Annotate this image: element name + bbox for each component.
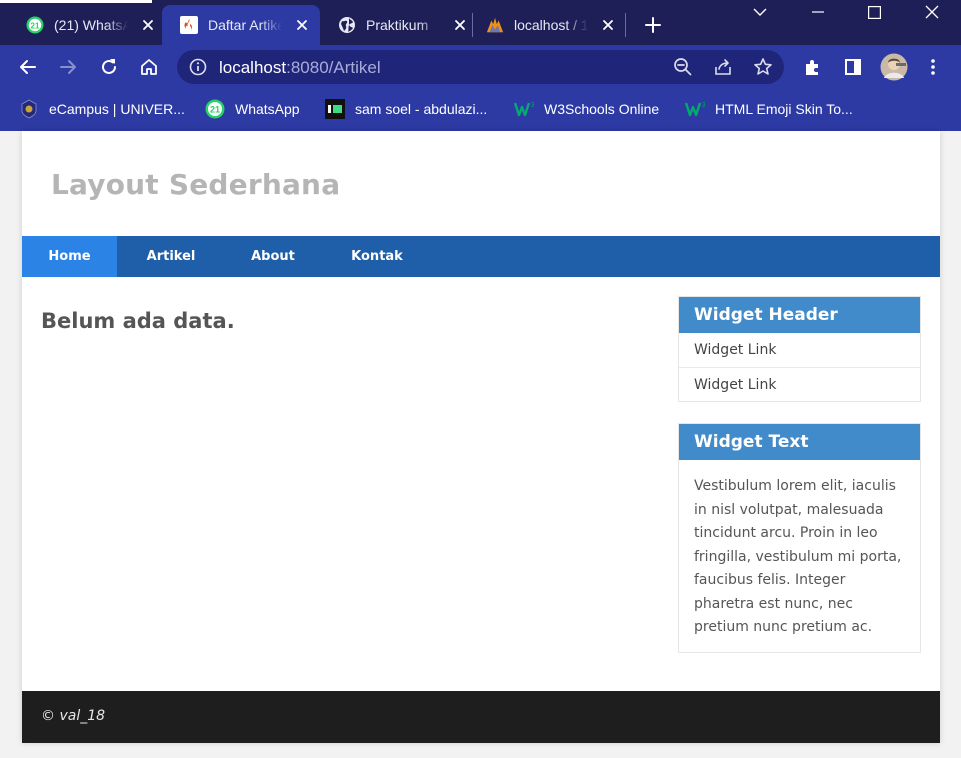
bookmarks-bar: eCampus | UNIVER... 21 WhatsApp sam soel… [0, 89, 961, 131]
tab-daftar-artikel[interactable]: Daftar Artikel [162, 5, 320, 45]
reload-button[interactable] [97, 55, 121, 79]
tab-phpmyadmin[interactable]: localhost / 127.0.0.1 [464, 5, 622, 45]
university-icon [19, 99, 39, 119]
arrow-left-icon [20, 60, 36, 74]
arrow-right-icon [60, 60, 76, 74]
svg-text:3: 3 [531, 102, 534, 109]
browser-toolbar: localhost:8080/Artikel [0, 45, 961, 89]
whatsapp-badge: 21 [210, 105, 220, 115]
maximize-icon [867, 5, 881, 19]
whatsapp-badge: 21 [31, 21, 40, 30]
links-widget: Widget Header Widget Link Widget Link [678, 296, 921, 402]
bookmark-w3schools[interactable]: 3 W3Schools Online [514, 99, 659, 119]
widget-link[interactable]: Widget Link [679, 333, 920, 367]
nav-about[interactable]: About [222, 236, 324, 277]
tab-title: Praktikum [366, 17, 440, 33]
whatsapp-icon: 21 [26, 16, 44, 34]
bookmark-label: HTML Emoji Skin To... [715, 101, 853, 117]
tab-title: (21) WhatsApp [54, 17, 128, 33]
footer-copyright: © val_18 [41, 708, 106, 724]
share-icon [715, 59, 731, 75]
menu-button[interactable] [921, 55, 945, 79]
home-button[interactable] [137, 55, 161, 79]
page-viewport: Layout Sederhana Home Artikel About Kont… [0, 131, 961, 758]
nav-home[interactable]: Home [22, 236, 117, 277]
tab-praktikum[interactable]: Praktikum [316, 5, 474, 45]
codeigniter-icon [180, 16, 198, 34]
url-host: localhost [219, 58, 287, 77]
bookmark-label: eCampus | UNIVER... [49, 101, 185, 117]
globe-icon [338, 16, 356, 34]
zoom-out-icon [674, 58, 692, 76]
bookmark-html-emoji[interactable]: 3 HTML Emoji Skin To... [685, 99, 853, 119]
close-window-button[interactable] [909, 0, 955, 24]
bookmark-whatsapp[interactable]: 21 WhatsApp [205, 99, 300, 119]
tab-separator [625, 13, 626, 37]
nav-kontak[interactable]: Kontak [326, 236, 428, 277]
site-title: Layout Sederhana [51, 168, 341, 201]
widget-header: Widget Header [679, 297, 920, 333]
star-icon [754, 58, 772, 75]
back-button[interactable] [16, 55, 40, 79]
minimize-button[interactable] [795, 0, 841, 24]
forward-button[interactable] [56, 55, 80, 79]
minimize-icon [812, 11, 824, 13]
bookmark-sam-soel[interactable]: sam soel - abdulazi... [325, 99, 487, 119]
bookmark-label: WhatsApp [235, 101, 300, 117]
extensions-button[interactable] [801, 55, 825, 79]
share-button[interactable] [713, 57, 733, 77]
widget-header: Widget Text [679, 424, 920, 460]
close-icon[interactable] [600, 17, 616, 33]
whatsapp-icon: 21 [205, 99, 225, 119]
site-footer: © val_18 [22, 691, 940, 743]
bookmark-label: W3Schools Online [544, 101, 660, 117]
w3schools-icon: 3 [514, 99, 534, 119]
nav-artikel[interactable]: Artikel [122, 236, 220, 277]
svg-text:3: 3 [702, 102, 705, 109]
chevron-down-icon [753, 8, 767, 16]
close-icon[interactable] [140, 17, 156, 33]
url-path: :8080/Artikel [286, 58, 381, 77]
plus-icon [645, 17, 661, 33]
bookmark-label: sam soel - abdulazi... [355, 101, 488, 117]
kebab-menu-icon [931, 59, 935, 75]
phpmyadmin-icon [486, 16, 504, 34]
maximize-button[interactable] [851, 0, 897, 24]
info-icon[interactable] [189, 58, 207, 76]
window-edge [0, 0, 152, 3]
empty-state-message: Belum ada data. [41, 309, 235, 333]
home-icon [141, 59, 157, 75]
reload-icon [102, 59, 116, 74]
tab-whatsapp[interactable]: 21 (21) WhatsApp [4, 5, 162, 45]
url-text[interactable]: localhost:8080/Artikel [219, 58, 381, 78]
new-tab-button[interactable] [641, 13, 665, 37]
browser-tab-strip: 21 (21) WhatsApp Daftar Artikel Praktiku… [0, 0, 961, 45]
bookmark-star-button[interactable] [753, 57, 773, 77]
widget-text-body: Vestibulum lorem elit, iaculis in nisl v… [694, 478, 902, 635]
puzzle-icon [806, 60, 818, 75]
tab-search-button[interactable] [737, 0, 783, 24]
text-widget: Widget Text Vestibulum lorem elit, iacul… [678, 423, 921, 653]
w3schools-icon: 3 [685, 99, 705, 119]
page-container: Layout Sederhana Home Artikel About Kont… [22, 131, 940, 743]
hashnode-icon [325, 99, 345, 119]
close-icon[interactable] [294, 17, 310, 33]
widget-link[interactable]: Widget Link [679, 367, 920, 401]
zoom-button[interactable] [673, 57, 693, 77]
close-icon [925, 5, 939, 19]
avatar-icon [880, 53, 908, 81]
profile-avatar[interactable] [880, 53, 908, 81]
tab-title: Daftar Artikel [208, 17, 282, 33]
tab-title: localhost / 127.0.0.1 [514, 17, 588, 33]
main-nav: Home Artikel About Kontak [22, 236, 940, 277]
bookmark-ecampus[interactable]: eCampus | UNIVER... [19, 99, 185, 119]
side-panel-icon [845, 59, 861, 75]
site-header: Layout Sederhana [22, 131, 940, 236]
address-bar[interactable]: localhost:8080/Artikel [177, 50, 784, 84]
side-panel-button[interactable] [841, 55, 865, 79]
